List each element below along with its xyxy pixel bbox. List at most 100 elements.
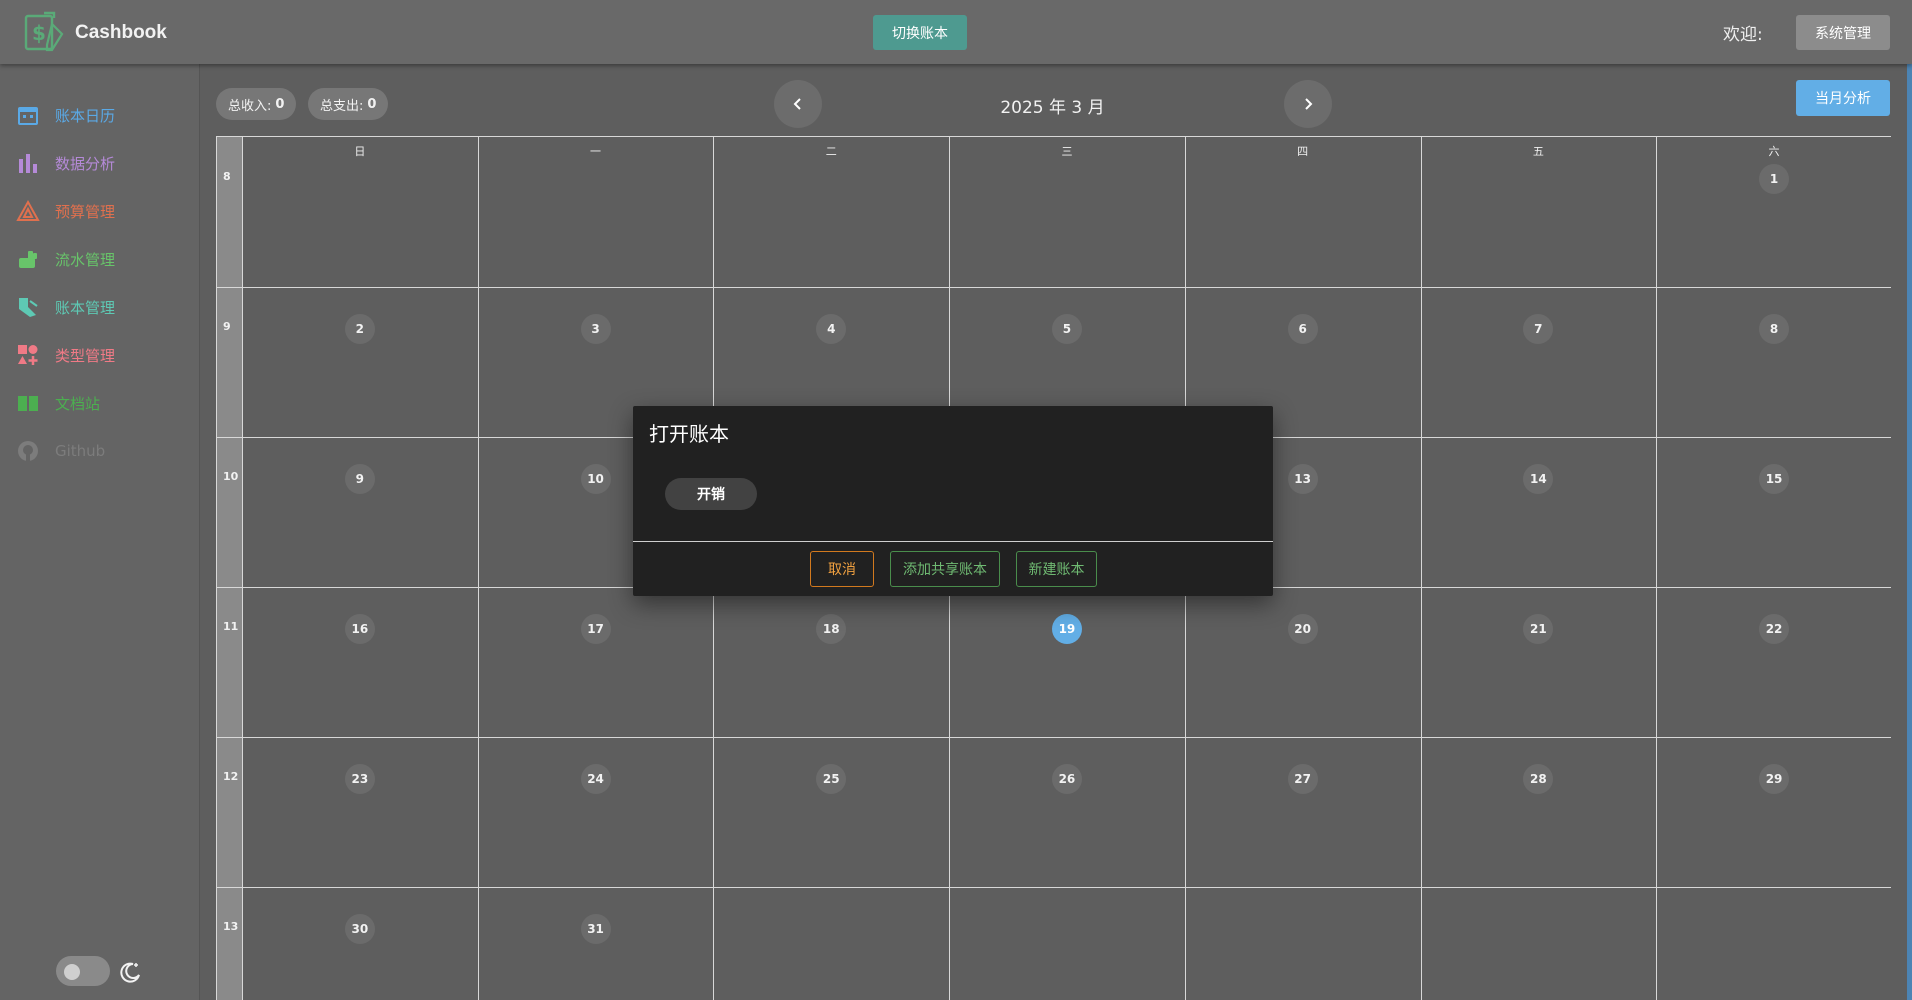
calendar-day-cell[interactable]: [1421, 137, 1657, 287]
calendar-day-cell[interactable]: [1185, 137, 1421, 287]
total-income-pill: 总收入: 0: [216, 88, 297, 120]
month-title: 2025 年 3 月: [1000, 98, 1105, 118]
week-number: 11: [223, 620, 239, 633]
calendar-day-cell[interactable]: [713, 137, 949, 287]
calendar-day-cell[interactable]: [242, 437, 478, 587]
chevron-right-icon: [1305, 98, 1313, 110]
sidebar-item-label: 账本管理: [55, 298, 116, 317]
day-number[interactable]: 8: [1759, 314, 1790, 344]
calendar-day-cell[interactable]: [949, 737, 1185, 887]
budget-triangle-icon: [16, 199, 40, 221]
calendar-day-cell[interactable]: [1656, 887, 1891, 1000]
sidebar: 账本日历 数据分析 预算管理 流水管理 账本管理 类型管理 文档站 Github: [0, 64, 200, 1000]
calendar-day-cell[interactable]: [1656, 587, 1891, 737]
day-number[interactable]: 5: [1051, 314, 1082, 344]
calendar-day-cell[interactable]: [478, 737, 714, 887]
day-number[interactable]: 20: [1287, 614, 1318, 644]
day-number[interactable]: 16: [344, 614, 375, 644]
calendar-day-cell[interactable]: [242, 287, 478, 437]
book-chip-expense[interactable]: 开销: [665, 478, 757, 510]
calendar-day-cell[interactable]: [1421, 437, 1657, 587]
calendar-day-cell[interactable]: [1656, 737, 1891, 887]
calendar-day-cell[interactable]: [713, 887, 949, 1000]
sidebar-item-calendar[interactable]: 账本日历: [0, 95, 200, 135]
week-number: 9: [223, 320, 231, 333]
app-name: Cashbook: [75, 22, 167, 43]
calendar-day-cell[interactable]: [949, 887, 1185, 1000]
sidebar-item-label: 账本日历: [55, 106, 116, 125]
switch-book-button[interactable]: 切换账本: [873, 15, 967, 50]
calendar-day-cell[interactable]: [1185, 887, 1421, 1000]
day-number[interactable]: 26: [1051, 764, 1082, 794]
scrollbar[interactable]: [1907, 0, 1912, 1000]
sidebar-item-analysis[interactable]: 数据分析: [0, 143, 200, 183]
day-number[interactable]: 29: [1759, 764, 1790, 794]
day-number[interactable]: 31: [580, 914, 611, 944]
shapes-icon: [18, 345, 38, 365]
sidebar-item-label: 流水管理: [55, 250, 116, 269]
calendar-day-cell[interactable]: [478, 587, 714, 737]
day-number[interactable]: 23: [344, 764, 375, 794]
calendar-day-cell[interactable]: [1656, 287, 1891, 437]
calendar-day-cell[interactable]: [242, 137, 478, 287]
calendar-day-cell[interactable]: [1421, 737, 1657, 887]
sidebar-item-label: 文档站: [55, 394, 101, 413]
calendar-icon: [18, 107, 38, 125]
top-bar: $ Cashbook 切换账本 欢迎: 系统管理: [0, 0, 1912, 64]
day-number[interactable]: 30: [344, 914, 375, 944]
calendar-day-cell[interactable]: [1185, 587, 1421, 737]
day-number[interactable]: 6: [1287, 314, 1318, 344]
sidebar-item-docs[interactable]: 文档站: [0, 383, 200, 423]
calendar-day-cell[interactable]: [949, 137, 1185, 287]
book-icon: [18, 396, 38, 411]
day-number[interactable]: 19: [1051, 614, 1082, 644]
new-book-button[interactable]: 新建账本: [1016, 551, 1097, 587]
day-number[interactable]: 17: [580, 614, 611, 644]
calendar-day-cell[interactable]: [1421, 887, 1657, 1000]
add-shared-book-button[interactable]: 添加共享账本: [890, 551, 1000, 587]
calendar-day-cell[interactable]: [478, 137, 714, 287]
system-admin-button[interactable]: 系统管理: [1796, 15, 1890, 50]
sidebar-item-label: Github: [55, 442, 106, 460]
week-number: 13: [223, 920, 239, 933]
prev-month-button[interactable]: [774, 80, 822, 128]
dialog-title: 打开账本: [649, 422, 729, 446]
calendar-day-cell[interactable]: [1421, 587, 1657, 737]
calendar-day-cell[interactable]: [713, 587, 949, 737]
sidebar-item-books[interactable]: 账本管理: [0, 287, 200, 327]
sidebar-item-label: 类型管理: [55, 346, 116, 365]
calendar-day-cell[interactable]: [1656, 137, 1891, 287]
day-number[interactable]: 10: [580, 464, 611, 494]
sidebar-item-flow[interactable]: 流水管理: [0, 239, 200, 279]
day-number[interactable]: 1: [1759, 164, 1790, 194]
sidebar-item-types[interactable]: 类型管理: [0, 335, 200, 375]
calendar-day-cell[interactable]: [1421, 287, 1657, 437]
sidebar-item-github[interactable]: Github: [0, 431, 200, 471]
next-month-button[interactable]: [1284, 80, 1332, 128]
day-number[interactable]: 22: [1759, 614, 1790, 644]
day-number[interactable]: 27: [1287, 764, 1318, 794]
week-number: 12: [223, 770, 239, 783]
theme-toggle[interactable]: [56, 956, 110, 986]
calendar-day-cell[interactable]: [242, 587, 478, 737]
total-expense-pill: 总支出: 0: [308, 88, 389, 120]
cashbook-logo-icon[interactable]: $: [22, 10, 66, 54]
day-number[interactable]: 3: [580, 314, 611, 344]
calendar-day-cell[interactable]: [1185, 737, 1421, 887]
calendar-day-cell[interactable]: [949, 587, 1185, 737]
day-number[interactable]: 2: [344, 314, 375, 344]
sidebar-item-label: 数据分析: [55, 154, 116, 173]
day-number[interactable]: 15: [1759, 464, 1790, 494]
calendar-day-cell[interactable]: [713, 737, 949, 887]
sidebar-item-label: 预算管理: [55, 202, 116, 221]
day-number[interactable]: 9: [344, 464, 375, 494]
calendar-day-cell[interactable]: [1656, 437, 1891, 587]
calendar-day-cell[interactable]: [242, 737, 478, 887]
day-number[interactable]: 13: [1287, 464, 1318, 494]
week-number: 8: [223, 170, 231, 183]
expense-value: 0: [367, 96, 377, 112]
sidebar-item-budget[interactable]: 预算管理: [0, 191, 200, 231]
cancel-button[interactable]: 取消: [810, 551, 874, 587]
month-analysis-button[interactable]: 当月分析: [1796, 80, 1890, 116]
day-number[interactable]: 24: [580, 764, 611, 794]
